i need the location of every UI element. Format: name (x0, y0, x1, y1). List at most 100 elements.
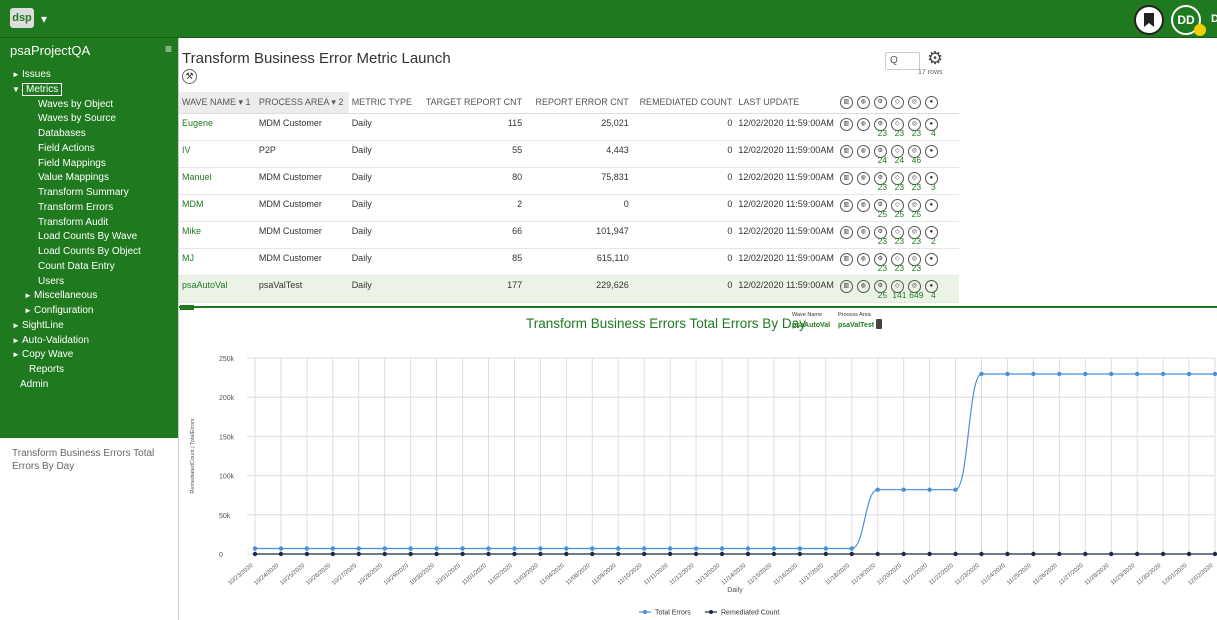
sidebar-item-label: Waves by Object (38, 98, 114, 110)
sidebar-item-count-data-entry[interactable]: Count Data Entry (0, 260, 178, 275)
top-bar: dsp ▾ DD D (0, 0, 1217, 38)
count-value: 23 (911, 235, 922, 246)
phone-icon[interactable] (876, 319, 882, 329)
sidebar-item-transform-summary[interactable]: Transform Summary (0, 186, 178, 201)
series-line-total-errors (255, 373, 1215, 550)
sidebar-item-configuration[interactable]: ► Configuration (0, 304, 178, 319)
sidebar-item-users[interactable]: Users (0, 275, 178, 290)
search-input[interactable]: Q (885, 52, 920, 70)
sidebar-item-label: Count Data Entry (38, 260, 115, 272)
gear-icon[interactable]: ⚙ (927, 48, 943, 69)
resize-handle[interactable] (180, 305, 194, 310)
last-update-cell: 12/02/2020 11:59:00AM (735, 140, 837, 168)
metric-type-cell: Daily (348, 194, 419, 222)
row-counts: 23 23 23 (840, 263, 942, 273)
data-point-total-errors (252, 546, 258, 551)
sidebar-item-databases[interactable]: Databases (0, 127, 178, 142)
settings-circle-icon[interactable]: ⚙ (873, 95, 887, 109)
x-tick-label: 11/15/2020 (747, 563, 774, 587)
x-tick-label: 10/25/2020 (279, 563, 306, 587)
col-wave-name[interactable]: WAVE NAME ▾ 1 (179, 92, 256, 114)
chevron-down-icon[interactable]: ▾ (41, 12, 47, 26)
wave-name-cell[interactable]: MJ (179, 248, 256, 276)
sidebar-item-load-counts-by-wave[interactable]: Load Counts By Wave (0, 230, 178, 245)
count-value: 2 (930, 235, 936, 246)
chart-icon[interactable]: ▥ (839, 95, 853, 109)
sidebar-item-field-actions[interactable]: Field Actions (0, 142, 178, 157)
sidebar-item-reports[interactable]: Reports (0, 363, 178, 378)
status-dot (1194, 24, 1206, 36)
bookmark-icon[interactable] (1134, 5, 1164, 35)
table-row[interactable]: Manuel MDM Customer Daily 80 75,831 0 12/02/20… (179, 167, 959, 195)
sidebar-item-label: Transform Summary (38, 187, 129, 198)
page-title: Transform Business Error Metric Launch (182, 50, 451, 67)
row-counts: 24 24 46 (840, 155, 942, 165)
wave-name-cell[interactable]: Eugene (179, 113, 256, 141)
table-row[interactable]: MDM MDM Customer Daily 2 0 0 12/02/2020 11:59:… (179, 194, 959, 222)
data-point-remediated-count (252, 551, 258, 557)
table-row[interactable]: MJ MDM Customer Daily 85 615,110 0 12/02/2020 … (179, 248, 959, 276)
sidebar-item-miscellaneous[interactable]: ► Miscellaneous (0, 289, 178, 304)
data-point-remediated-count (1134, 551, 1140, 557)
x-tick-label: 11/16/2020 (773, 563, 800, 587)
target-cnt-cell: 55 (418, 140, 526, 168)
x-tick-label: 11/22/2020 (928, 563, 955, 587)
data-point-remediated-count (330, 551, 336, 557)
caret-right-icon: ► (12, 320, 20, 330)
table-row[interactable]: Mike MDM Customer Daily 66 101,947 0 12/02/202… (179, 221, 959, 249)
sidebar-item-load-counts-by-object[interactable]: Load Counts By Object (0, 245, 178, 260)
count-value: 23 (911, 127, 922, 138)
target-icon[interactable]: ◎ (907, 95, 921, 109)
table-row[interactable]: psaAutoVal psaValTest Daily 177 229,626 0 12/0… (179, 275, 959, 303)
line-chart: 0 50k 100k 150k 200k 250k 10/23/2020 10/24/2020… (190, 356, 1217, 617)
sidebar-item-sightline[interactable]: ► SightLine (0, 319, 178, 334)
col-report-error-cnt[interactable]: REPORT ERROR CNT (525, 92, 632, 114)
x-tick-label: 11/21/2020 (902, 563, 929, 587)
user-icon[interactable]: ● (924, 95, 938, 109)
sidebar-item-auto-validation[interactable]: ► Auto-Validation (0, 334, 178, 349)
data-point-remediated-count (1109, 551, 1114, 557)
col-process-area[interactable]: PROCESS AREA ▾ 2 (255, 92, 349, 114)
sidebar-item-label: Field Mappings (38, 157, 106, 169)
col-last-update[interactable]: LAST UPDATE (735, 92, 837, 114)
sidebar-item-copy-wave[interactable]: ► Copy Wave (0, 348, 178, 363)
cube-icon[interactable]: ◇ (890, 95, 904, 109)
data-point-total-errors (1005, 371, 1010, 377)
dsp-logo[interactable]: dsp (10, 8, 34, 28)
table-row[interactable]: IV P2P Daily 55 4,443 0 12/02/2020 11:59:00AM ▥… (179, 140, 959, 168)
data-point-total-errors (823, 546, 829, 551)
sidebar-item-transform-audit[interactable]: Transform Audit (0, 216, 178, 231)
last-update-cell: 12/02/2020 11:59:00AM (735, 221, 837, 249)
wrench-icon[interactable]: ⚒ (182, 69, 197, 84)
col-remediated-count[interactable]: REMEDIATED COUNT (631, 92, 736, 114)
wave-name-cell[interactable]: IV (179, 140, 256, 168)
sidebar-item-value-mappings[interactable]: Value Mappings (0, 171, 178, 186)
remediated-cell: 0 (631, 140, 736, 168)
data-point-remediated-count (538, 551, 543, 557)
sidebar-item-field-mappings[interactable]: Field Mappings (0, 157, 178, 172)
globe-icon[interactable]: ◍ (856, 95, 870, 109)
sidebar-item-admin[interactable]: Admin (0, 378, 178, 393)
caret-right-icon: ► (12, 70, 20, 79)
row-counts: 23 23 23 3 (840, 182, 942, 192)
sidebar-item-waves-by-object[interactable]: Waves by Object (0, 98, 178, 113)
sidebar-item-waves-by-source[interactable]: Waves by Source (0, 112, 178, 127)
wave-name-cell[interactable]: Manuel (179, 167, 256, 195)
sidebar-item-label: Issues (22, 69, 51, 80)
sidebar-item-metrics[interactable]: ▼ Metrics (0, 82, 178, 98)
sidebar-item-label: Load Counts By Wave (38, 231, 138, 243)
table-row[interactable]: Eugene MDM Customer Daily 115 25,021 0 12/02/2… (179, 113, 959, 141)
wave-name-cell[interactable]: psaAutoVal (179, 275, 256, 303)
data-point-total-errors (538, 546, 543, 551)
col-metric-type[interactable]: METRIC TYPE (348, 92, 419, 114)
caret-right-icon: ► (12, 335, 20, 345)
row-actions: ▥ ◍ ⚙ ◇ ◎ ● 25 141 649 4 (836, 275, 959, 303)
x-tick-label: 10/29/2020 (383, 563, 410, 587)
col-target-report-cnt[interactable]: TARGET REPORT CNT (418, 92, 526, 114)
wave-name-cell[interactable]: Mike (179, 221, 256, 249)
sidebar-item-issues[interactable]: ► Issues (0, 68, 178, 83)
wave-name-cell[interactable]: MDM (179, 194, 256, 222)
menu-icon[interactable]: ≡ (165, 42, 172, 56)
sidebar-item-transform-errors[interactable]: Transform Errors (0, 201, 178, 216)
data-point-total-errors (590, 546, 595, 551)
